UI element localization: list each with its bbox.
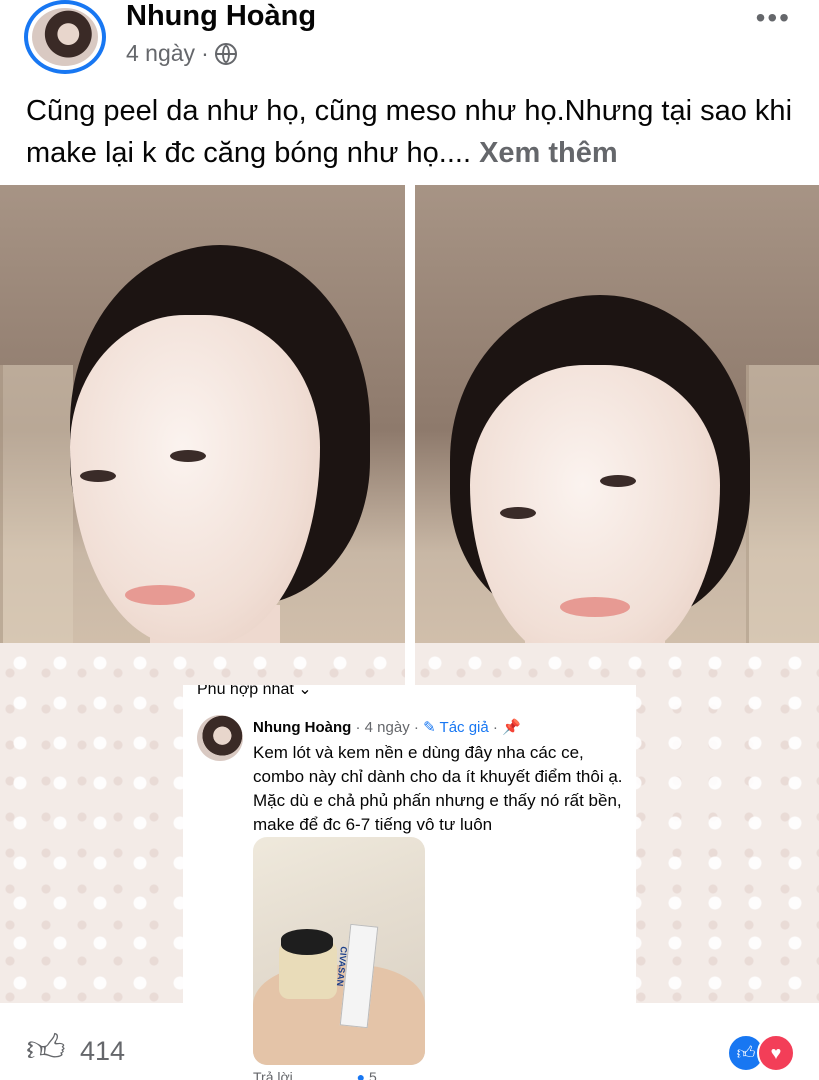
comment-time: 4 ngày	[364, 719, 410, 736]
eye	[600, 475, 636, 487]
eye	[170, 450, 206, 462]
thumbs-up-icon[interactable]: 👍︎	[26, 1030, 66, 1068]
author-tag: Tác giả	[439, 719, 489, 736]
comment-header: Nhung Hoàng · 4 ngày · ✎ Tác giả · 📌	[253, 719, 521, 736]
author-name[interactable]: Nhung Hoàng	[126, 0, 316, 33]
see-more-link[interactable]: Xem thêm	[479, 137, 618, 169]
globe-icon	[214, 42, 237, 65]
meta-separator: ·	[201, 40, 209, 66]
comment-footer: Trả lời ● 5	[253, 1069, 377, 1080]
eye	[500, 507, 536, 519]
reply-link[interactable]: Trả lời	[253, 1069, 293, 1080]
more-options-icon[interactable]: •••	[756, 2, 791, 34]
like-count[interactable]: 414	[80, 1036, 125, 1067]
comment-like-icon: ●	[356, 1069, 366, 1080]
lips	[560, 597, 630, 617]
commenter-name[interactable]: Nhung Hoàng	[253, 719, 351, 736]
pin-icon: 📌	[502, 719, 521, 736]
post-meta: 4 ngày ·	[126, 40, 237, 67]
post-text: Cũng peel da như họ, cũng meso như họ.Nh…	[26, 90, 796, 174]
post-time[interactable]: 4 ngày	[126, 40, 195, 67]
lips	[125, 585, 195, 605]
eye	[80, 470, 116, 482]
commenter-avatar[interactable]	[197, 715, 243, 761]
author-avatar[interactable]	[24, 0, 106, 74]
comment-product-photo[interactable]: CIVASAN	[253, 837, 425, 1065]
comment-sort-label[interactable]: Phù hợp nhất ⌄	[197, 685, 312, 699]
reactions[interactable]: 👍︎ ♥	[727, 1034, 795, 1072]
love-reaction-icon: ♥	[757, 1034, 795, 1072]
comment-text: Kem lót và kem nền e dùng đây nha các ce…	[253, 743, 623, 834]
comment-like-count: 5	[369, 1069, 377, 1080]
jar-lid	[281, 929, 333, 955]
comment-screenshot: Phù hợp nhất ⌄ Nhung Hoàng · 4 ngày · ✎ …	[183, 685, 636, 1080]
pencil-icon: ✎	[423, 719, 436, 736]
post-body: Cũng peel da như họ, cũng meso như họ.Nh…	[26, 95, 793, 169]
avatar-image	[32, 8, 98, 66]
